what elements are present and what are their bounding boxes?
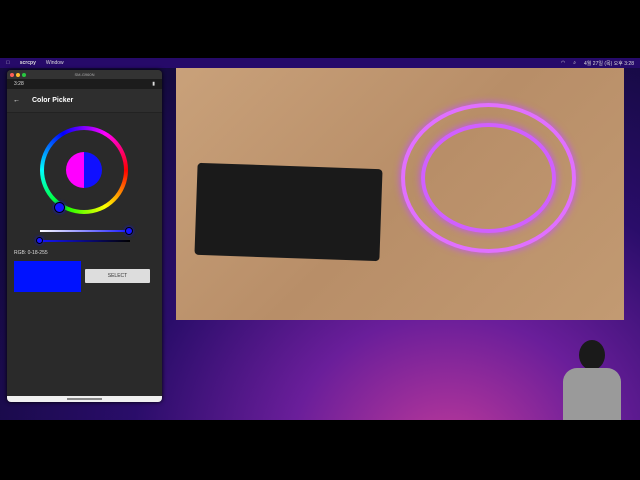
color-preview-circle [66,152,102,188]
search-icon[interactable]: ⌕ [573,60,576,67]
camera-feed [176,68,624,320]
home-indicator[interactable] [67,398,102,400]
battery-icon: ▮ [152,81,155,87]
status-bar: 3:28 ▮ [7,79,162,89]
apple-icon[interactable]:  [6,60,10,66]
led-strip-inner [421,123,556,233]
window-titlebar: SM-G960N [7,70,162,79]
window-title: SM-G960N [74,72,95,77]
app-bar: ← Color Picker [7,89,162,113]
menu-clock[interactable]: 4월 27일 (목) 오후 3:28 [584,60,634,67]
value-slider[interactable] [40,240,130,242]
menu-window[interactable]: Window [46,60,64,66]
nav-bar [7,396,162,402]
color-swatch [14,261,81,292]
arrow-left-icon[interactable]: ← [13,97,20,104]
status-time: 3:28 [14,81,24,87]
scrcpy-window: SM-G960N 3:28 ▮ ← Color Picker RGB: 0-18-… [7,70,162,402]
presenter-webcam [555,340,625,420]
saturation-slider[interactable] [40,230,130,232]
dev-board [194,162,383,262]
menu-app[interactable]: scrcpy [20,60,36,66]
select-button[interactable]: SELECT [85,269,150,283]
hue-knob[interactable] [54,202,65,213]
saturation-knob[interactable] [125,227,133,235]
page-title: Color Picker [32,97,74,104]
value-knob[interactable] [36,237,43,244]
rgb-label: RGB: 0-18-255 [14,250,48,256]
menu-bar:  scrcpy Window ◠ ⌕ 4월 27일 (목) 오후 3:28 [0,58,640,68]
wifi-icon[interactable]: ◠ [561,60,565,67]
